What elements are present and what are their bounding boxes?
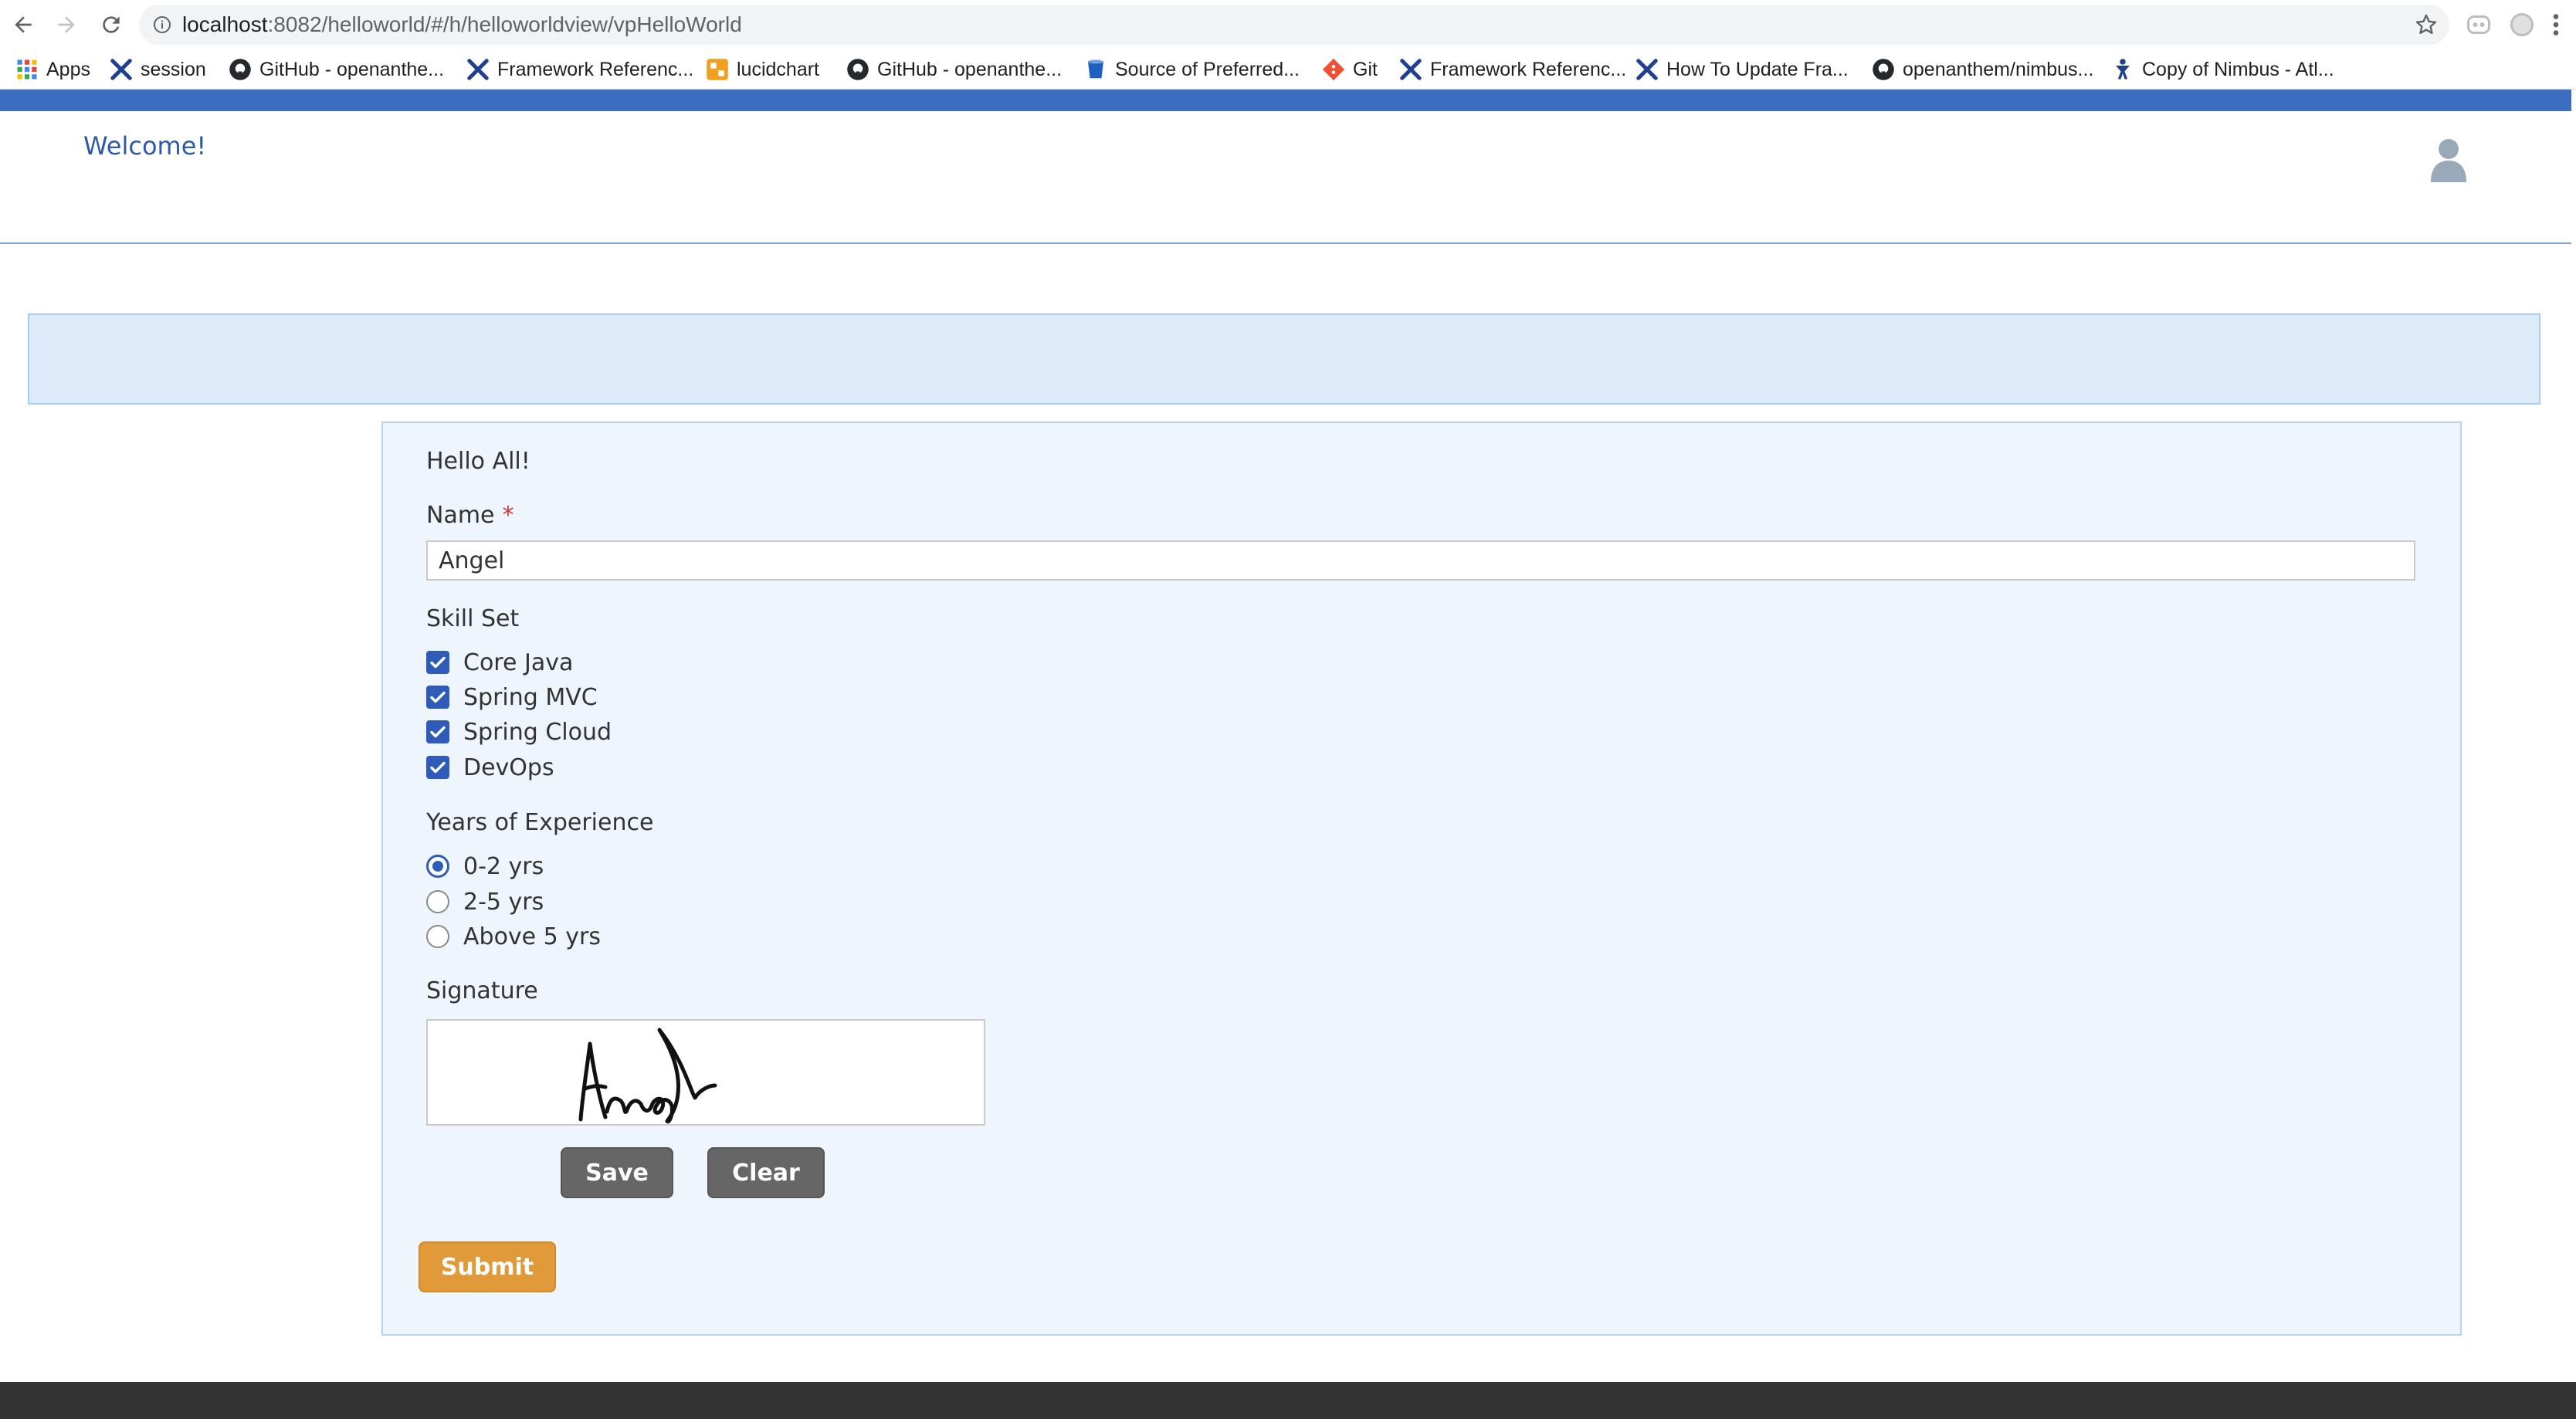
bookmark-label: Framework Referenc... [497,58,694,80]
checkmark-icon [430,761,446,774]
bookmark-label: session [141,58,206,80]
bookmark-github-1[interactable]: GitHub - openanthe... [229,56,444,83]
info-icon [154,16,171,33]
reload-icon [103,16,120,33]
name-input[interactable] [426,540,2415,581]
bookmark-label: openanthem/nimbus... [1903,58,2094,80]
checkbox-label: Spring Cloud [463,718,612,746]
lucidchart-icon [706,58,729,81]
bookmarks-bar: Apps session GitHub - openanthe... Frame… [0,49,2576,90]
bookmark-label: Git [1353,58,1378,80]
radio-unselected[interactable] [426,890,449,913]
github-icon [229,58,252,81]
radio-label: 0-2 yrs [463,852,544,880]
git-icon [1322,58,1345,81]
address-bar[interactable]: localhost:8082/helloworld/#/h/helloworld… [139,5,2449,45]
name-label-text: Name [426,502,495,529]
clear-signature-button[interactable]: Clear [707,1147,825,1198]
bookmark-label: GitHub - openanthe... [877,58,1063,80]
back-button[interactable] [8,9,39,40]
app-footer [0,1382,2576,1419]
hello-world-form: Hello All! Name * Skill Set Core Java Spr… [381,422,2462,1336]
reload-button[interactable] [96,9,127,40]
framework-x-icon [1399,58,1422,81]
checkbox-checked[interactable] [426,651,449,674]
framework-x-icon [110,58,133,81]
arrow-right-icon [58,16,75,33]
app-top-bar [0,90,2571,111]
skill-spring-cloud-option[interactable]: Spring Cloud [426,716,612,747]
welcome-text: Welcome! [83,131,207,161]
bucket-icon [1084,58,1107,81]
bookmark-framework-2[interactable]: Framework Referenc... [1399,56,1626,83]
extension-circle-icon[interactable] [2508,11,2536,39]
checkmark-icon [430,656,446,669]
checkmark-icon [430,726,446,738]
bookmark-star-icon[interactable] [2414,12,2439,37]
radio-label: Above 5 yrs [463,923,602,950]
bookmark-how-to-update[interactable]: How To Update Fra... [1635,56,1849,83]
radio-selected[interactable] [426,855,449,878]
checkbox-label: Core Java [463,649,574,676]
extension-icon[interactable] [2465,11,2493,39]
save-signature-button[interactable]: Save [561,1147,673,1198]
framework-x-icon [466,58,490,81]
skill-spring-mvc-option[interactable]: Spring MVC [426,682,598,713]
bookmark-framework-1[interactable]: Framework Referenc... [466,56,693,83]
browser-toolbar: localhost:8082/helloworld/#/h/helloworld… [0,0,2576,49]
user-icon[interactable] [2429,137,2468,182]
checkbox-checked[interactable] [426,756,449,779]
framework-x-icon [1635,58,1659,81]
arrow-left-icon [15,16,32,33]
radio-unselected[interactable] [426,925,449,948]
skill-core-java-option[interactable]: Core Java [426,647,573,678]
experience-2-5-option[interactable]: 2-5 yrs [426,886,544,917]
atlassian-icon [2111,58,2134,81]
submit-button[interactable]: Submit [419,1241,556,1292]
bookmark-github-2[interactable]: GitHub - openanthe... [846,56,1062,83]
bookmark-session[interactable]: session [110,56,206,83]
skill-devops-option[interactable]: DevOps [426,752,554,783]
kebab-menu-icon[interactable] [2548,11,2564,39]
apps-grid-icon [15,58,39,81]
bookmark-nimbus-atlassian[interactable]: Copy of Nimbus - Atl... [2111,56,2334,83]
signature-pad[interactable] [426,1019,985,1126]
radio-label: 2-5 yrs [463,888,544,916]
bookmark-label: How To Update Fra... [1666,58,1849,80]
bookmark-nimbus-github[interactable]: openanthem/nimbus... [1872,56,2093,83]
checkbox-label: Spring MVC [463,683,598,711]
url-text: localhost:8082/helloworld/#/h/helloworld… [182,12,742,36]
checkbox-checked[interactable] [426,686,449,709]
signature-label: Signature [426,977,538,1004]
bookmark-label: Copy of Nimbus - Atl... [2142,58,2334,80]
bookmark-apps[interactable]: Apps [15,56,90,83]
skill-set-label: Skill Set [426,605,520,632]
github-icon [1872,58,1895,81]
required-marker: * [502,502,514,529]
forward-button[interactable] [51,9,82,40]
bookmark-label: Framework Referenc... [1430,58,1627,80]
experience-above-5-option[interactable]: Above 5 yrs [426,921,601,952]
experience-label: Years of Experience [426,809,654,836]
bookmark-git[interactable]: Git [1322,56,1378,83]
checkbox-label: DevOps [463,754,554,781]
checkbox-checked[interactable] [426,720,449,743]
bookmark-label: Source of Preferred... [1115,58,1300,80]
bookmark-label: GitHub - openanthe... [259,58,445,80]
bookmark-label: lucidchart [737,58,819,80]
checkmark-icon [430,691,446,703]
bookmark-label: Apps [46,58,90,80]
bookmark-source[interactable]: Source of Preferred... [1084,56,1300,83]
github-icon [846,58,869,81]
bookmark-lucidchart[interactable]: lucidchart [706,56,819,83]
name-label: Name * [426,502,514,529]
experience-0-2-option[interactable]: 0-2 yrs [426,851,544,882]
app-header: Welcome! [0,111,2571,244]
handwritten-signature [578,1028,717,1124]
greeting-text: Hello All! [426,448,530,475]
info-banner [28,313,2540,405]
